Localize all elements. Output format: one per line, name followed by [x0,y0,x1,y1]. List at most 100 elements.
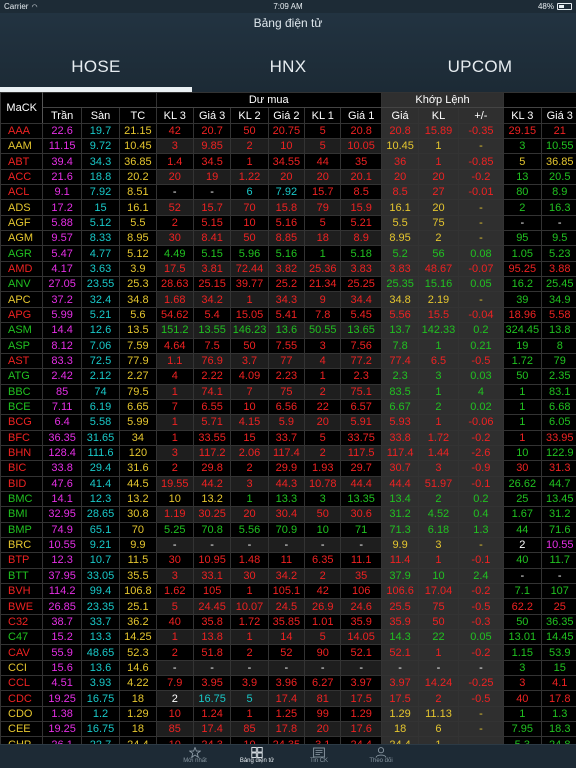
symbol-cell[interactable]: BID [0,475,44,492]
table-row[interactable]: BIC 33.8 29.4 31.6 2 29.8 2 29.9 1.93 29.7 30.7 3 -0… [0,460,576,477]
table-row[interactable]: BFC 36.35 31.65 34 1 33.55 15 33.7 5 33.75 33.8 1.7… [0,429,576,446]
column-header[interactable]: +/- [457,107,505,124]
table-row[interactable]: C32 38.7 33.7 36.2 40 35.8 1.72 35.85 1.01 35.9 35… [0,613,576,631]
table-row[interactable]: BMI 32.95 28.65 30.8 1.19 30.25 20 30.4 50 30.6 31… [0,506,576,523]
table-row[interactable]: BMP 74.9 65.1 70 5.25 70.8 5.56 70.9 10 71 71.3 6.1… [0,521,576,538]
table-row[interactable]: ANV 27.05 23.55 25.3 28.63 25.15 39.77 25.2 21.3… [0,276,576,293]
symbol-cell[interactable]: CEE [0,721,44,738]
price-board[interactable]: MaCK Dư mua Khớp Lệnh Trần Sàn TC KL 3 Giá 3… [0,92,576,744]
symbol-cell[interactable]: BMC [0,490,44,508]
symbol-cell[interactable]: APC [0,291,44,308]
symbol-cell[interactable]: CCL [0,675,44,692]
symbol-cell[interactable]: CDO [0,705,44,723]
symbol-cell[interactable]: BCE [0,398,44,416]
symbol-cell[interactable]: BHN [0,444,44,462]
column-header[interactable]: Trần [42,107,82,124]
table-row[interactable]: ACC 21.6 18.8 20.2 20 19 1.22 20 20 20.1 20 20 -0.2 1… [0,168,576,186]
column-header[interactable]: KL 3 [155,107,194,124]
table-row[interactable]: AST 83.3 72.5 77.9 1.1 76.9 3.7 77 4 77.2 77.4 6.5-… [0,352,576,370]
table-row[interactable]: CHP26.122.724.41024.31024.353.124.424.41… [0,736,576,744]
table-row[interactable]: ASP 8.12 7.06 7.59 4.64 7.5 50 7.55 3 7.56 7.8 1 0.2… [0,337,576,354]
symbol-cell[interactable]: AST [0,352,44,370]
symbol-cell[interactable]: BTP [0,552,44,569]
table-row[interactable]: CCL 4.51 3.93 4.22 7.9 3.95 3.9 3.96 6.27 3.97 3.9… [0,675,576,692]
table-row[interactable]: CCI 15.6 13.6 14.6- - - - - - - - -3 15 [0,659,576,677]
table-row[interactable]: BRC 10.55 9.21 9.9- - - - - -9.9 3-2 10.55 [0,536,576,554]
table-row[interactable]: CDC 19.25 16.75 18 2 16.75 5 17.4 81 17.5 17.5 2 -0.… [0,690,576,707]
symbol-cell[interactable]: C47 [0,629,44,646]
symbol-cell[interactable]: BIC [0,460,44,477]
symbol-cell[interactable]: CAV [0,644,44,661]
tabbar-item-theo-doi[interactable]: Theo dõi [346,745,416,768]
header-mack[interactable]: MaCK [0,92,44,124]
column-header[interactable]: Giá 1 [340,107,382,124]
tab-upcom[interactable]: UPCOM [384,57,576,77]
symbol-cell[interactable]: CCI [0,659,44,677]
symbol-cell[interactable]: ANV [0,276,44,293]
symbol-cell[interactable]: BMI [0,506,44,523]
symbol-cell[interactable]: AAM [0,138,44,155]
symbol-cell[interactable]: ATG [0,368,44,385]
tabbar-item-moi-nhat[interactable]: Mới nhất [160,745,230,768]
tab-hnx[interactable]: HNX [192,57,384,77]
tabbar-item-bang-dien-tu[interactable]: Bảng điện tử [222,745,292,768]
table-row[interactable]: AAM 11.15 9.72 10.45 3 9.85 2 10 5 10.05 10.45 1-3 1… [0,138,576,155]
table-row[interactable]: CAV 55.9 48.65 52.3 2 51.8 2 52 90 52.1 52.1 1 -0.2 1… [0,644,576,661]
symbol-cell[interactable]: BMP [0,521,44,538]
tab-hose[interactable]: HOSE [0,57,192,77]
symbol-cell[interactable]: BVH [0,582,44,600]
table-row[interactable]: BMC 14.1 12.3 13.2 10 13.2 1 13.3 3 13.35 13.4 2 0.2… [0,490,576,508]
symbol-cell[interactable]: APG [0,306,44,324]
symbol-cell[interactable]: BWE [0,598,44,615]
symbol-cell[interactable]: BFC [0,429,44,446]
table-row[interactable]: AGM 9.57 8.33 8.95 30 8.41 50 8.85 18 8.9 8.95 2-95… [0,230,576,247]
symbol-cell[interactable]: BCG [0,414,44,431]
column-header[interactable]: KL 2 [230,107,269,124]
symbol-cell[interactable]: C32 [0,613,44,631]
symbol-cell[interactable]: ASP [0,337,44,354]
table-row[interactable]: ACL 9.1 7.92 8.51- -6 7.92 15.7 8.5 8.5 27 -0.01 80… [0,184,576,201]
table-row[interactable]: BWE 26.85 23.35 25.1 5 24.45 10.07 24.5 26.9 24.6… [0,598,576,615]
table-row[interactable]: BTP 12.3 10.7 11.5 30 10.95 1.48 11 6.35 11.1 11.4… [0,552,576,569]
table-row[interactable]: BCE 7.11 6.19 6.65 7 6.55 10 6.56 22 6.57 6.67 2 0.0… [0,398,576,416]
tabbar-item-tin-ck[interactable]: Tin CK [284,745,354,768]
symbol-cell[interactable]: BTT [0,567,44,585]
symbol-cell[interactable]: CHP [0,736,44,744]
symbol-cell[interactable]: ASM [0,322,44,339]
symbol-cell[interactable]: AMD [0,260,44,278]
table-row[interactable]: ABT 39.4 34.3 36.85 1.4 34.5 1 34.55 44 35 36 1 -0.8… [0,153,576,170]
column-header[interactable]: TC [119,107,157,124]
table-row[interactable]: BBC 85 74 79.5 1 74.1 7 75 2 75.1 83.5 1 4 1 83.1 [0,383,576,400]
symbol-cell[interactable]: ACL [0,184,44,201]
column-header[interactable]: Giá 3 [540,107,576,124]
symbol-cell[interactable]: ACC [0,168,44,186]
symbol-cell[interactable]: AAA [0,122,44,140]
symbol-cell[interactable]: CDC [0,690,44,707]
symbol-cell[interactable]: ADS [0,199,44,216]
table-row[interactable]: AAA 22.6 19.7 21.15 42 20.7 50 20.75 5 20.8 20.8 15… [0,122,576,140]
table-row[interactable]: ATG 2.42 2.12 2.27 4 2.22 4.09 2.23 1 2.3 2.3 3 0.03… [0,368,576,385]
table-row[interactable]: APC 37.2 32.4 34.8 1.68 34.2 1 34.3 9 34.4 34.8 2.1… [0,291,576,308]
symbol-cell[interactable]: AGF [0,214,44,232]
column-header[interactable]: Giá 3 [192,107,232,124]
symbol-cell[interactable]: BBC [0,383,44,400]
table-row[interactable]: APG 5.99 5.21 5.6 54.62 5.4 15.05 5.41 7.8 5.45 5.… [0,306,576,324]
table-row[interactable]: AGR 5.47 4.77 5.12 4.49 5.15 5.96 5.16 1 5.18 5.2 5… [0,245,576,262]
table-row[interactable]: ADS 17.2 15 16.1 52 15.7 70 15.8 79 15.9 16.1 20-2 1… [0,199,576,216]
table-row[interactable]: BHN 128.4 111.6 120 3 117.2 2.06 117.4 2 117.5 117… [0,444,576,462]
table-row[interactable]: BCG 6.4 5.58 5.99 1 5.71 4.15 5.9 20 5.91 5.93 1 -0.… [0,414,576,431]
symbol-cell[interactable]: AGR [0,245,44,262]
table-row[interactable]: CDO 1.38 1.2 1.29 10 1.24 1 1.25 99 1.29 1.29 11.13… [0,705,576,723]
table-row[interactable]: AMD 4.17 3.63 3.9 17.5 3.81 72.44 3.82 25.36 3.83… [0,260,576,278]
table-row[interactable]: ASM 14.4 12.6 13.5 151.2 13.55 146.23 13.6 50.55… [0,322,576,339]
column-header[interactable]: Sàn [80,107,121,124]
symbol-cell[interactable]: ABT [0,153,44,170]
column-header[interactable]: KL 3 [503,107,542,124]
table-row[interactable]: BTT 37.95 33.05 35.5 3 33.1 30 34.2 2 35 37.9 10 2.4… [0,567,576,585]
column-header[interactable]: KL [418,107,459,124]
table-row[interactable]: CEE 19.25 16.75 18 85 17.4 85 17.8 20 17.6 18 6-7.9… [0,721,576,738]
column-header[interactable]: Giá [380,107,420,124]
symbol-cell[interactable]: AGM [0,230,44,247]
table-row[interactable]: C47 15.2 13.3 14.25 1 13.8 1 14 5 14.05 14.3 22 0.05… [0,629,576,646]
symbol-cell[interactable]: BRC [0,536,44,554]
